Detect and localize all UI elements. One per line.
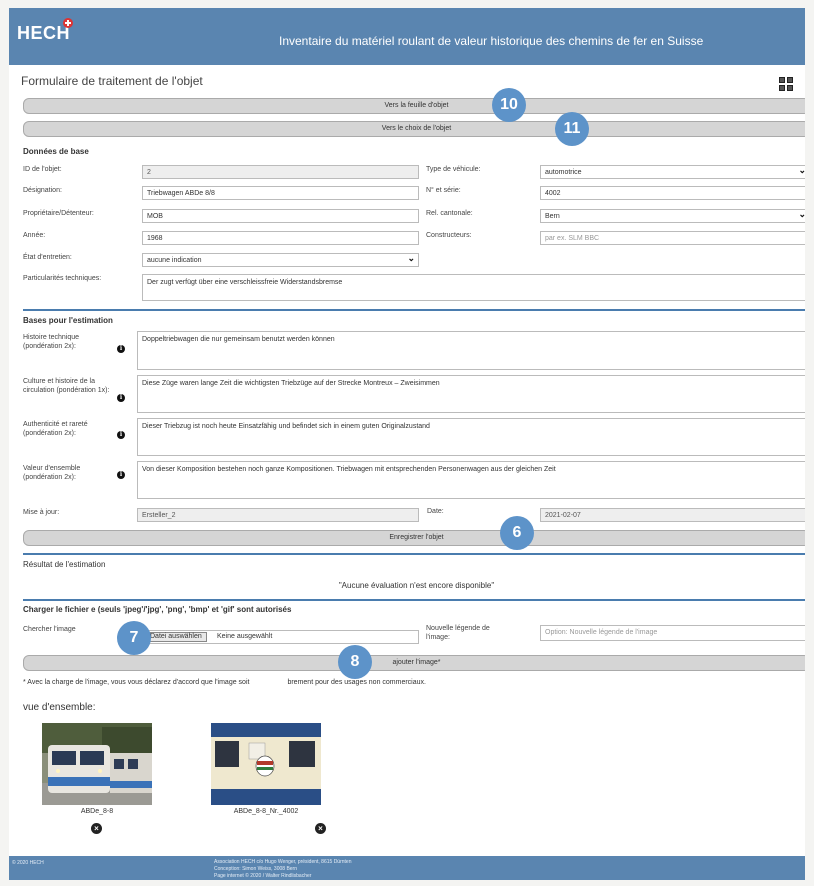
qr-code-icon[interactable] [779, 77, 793, 91]
designation-label: Désignation: [23, 187, 62, 194]
caption-input[interactable]: Option: Nouvelle légende de l'image [540, 625, 805, 641]
state-select-value: aucune indication [147, 257, 202, 264]
footer-line: Association HECH c/o Hugo Wenger, présid… [214, 859, 352, 865]
save-object-button[interactable]: Enregistrer l'objet [23, 530, 805, 546]
result-text: "Aucune évaluation n'est encore disponib… [338, 581, 495, 590]
ensemble-label: Valeur d'ensemble (pondération 2x): [23, 465, 81, 481]
site-header: HECH Inventaire du matériel roulant de v… [9, 8, 805, 65]
upload-notice: * Avec la charge de l'image, vous vous d… [23, 679, 426, 686]
upload-title-rest: e (seuls 'jpeg'/'jpg', 'png', 'bmp' et '… [91, 605, 292, 614]
info-icon[interactable]: i [117, 345, 125, 353]
choose-file-button[interactable]: Datei auswählen [145, 632, 207, 642]
chevron-down-icon: ⌄ [798, 166, 805, 175]
image-caption: ABDe_8-8_Nr._4002 [233, 808, 299, 815]
technical-textarea[interactable]: Der zugt verfügt über eine verschleissfr… [142, 274, 805, 301]
overview-title: vue d'ensemble: [23, 702, 96, 713]
footer-copyright: © 2020 HECH [12, 860, 44, 866]
notice-tail: brement pour des usages non commerciaux. [287, 679, 426, 686]
page: HECH Inventaire du matériel roulant de v… [9, 8, 805, 880]
date-label: Date: [427, 508, 444, 515]
train-photo [211, 723, 321, 805]
step-badge-7: 7 [117, 621, 151, 655]
builders-input[interactable]: par ex. SLM BBC [540, 231, 805, 245]
notice-text: * Avec la charge de l'image, vous vous d… [23, 679, 250, 686]
owner-input[interactable]: MOB [142, 209, 419, 223]
update-field: Ersteller_2 [137, 508, 419, 522]
state-select[interactable]: aucune indication ⌄ [142, 253, 419, 267]
to-object-sheet-button[interactable]: Vers la feuille d'objet [23, 98, 805, 114]
delete-icon[interactable]: × [315, 823, 326, 834]
info-icon[interactable]: i [117, 431, 125, 439]
estimation-section-title: Bases pour l'estimation [23, 316, 113, 325]
step-badge-8: 8 [338, 645, 372, 679]
footer-line: Page internet © 2020 / Walter Rindlisbac… [214, 873, 312, 879]
image-thumbnail[interactable] [42, 723, 152, 805]
object-id-field: 2 [142, 165, 419, 179]
site-title: Inventaire du matériel roulant de valeur… [279, 34, 704, 48]
to-object-choice-button[interactable]: Vers le choix de l'objet [23, 121, 805, 137]
object-id-label: ID de l'objet: [23, 166, 62, 173]
step-badge-11: 11 [555, 112, 589, 146]
no-file-text: Keine ausgewählt [217, 633, 273, 640]
designation-input[interactable]: Triebwagen ABDe 8/8 [142, 186, 419, 200]
image-thumbnail[interactable] [211, 723, 321, 805]
update-label: Mise à jour: [23, 509, 60, 516]
date-field: 2021-02-07 [540, 508, 805, 522]
page-title: Formulaire de traitement de l'objet [21, 74, 203, 88]
section-divider [23, 553, 805, 555]
canton-select[interactable]: Bern ⌄ [540, 209, 805, 223]
technical-label: Particularités techniques: [23, 275, 102, 282]
canton-label: Rel. cantonale: [426, 210, 473, 217]
train-photo [42, 723, 152, 805]
basics-section-title: Données de base [23, 147, 89, 156]
section-divider [23, 309, 805, 311]
vehicle-type-select[interactable]: automotrice ⌄ [540, 165, 805, 179]
logo[interactable]: HECH [17, 23, 70, 44]
upload-section-title: Charger le fichier e (seuls 'jpeg'/'jpg'… [23, 605, 291, 614]
culture-label: Culture et histoire de la circulation (p… [23, 378, 110, 394]
step-badge-6: 6 [500, 516, 534, 550]
add-image-button[interactable]: ajouter l'image* [23, 655, 805, 671]
serial-label: N° et série: [426, 187, 461, 194]
serial-input[interactable]: 4002 [540, 186, 805, 200]
chevron-down-icon: ⌄ [798, 210, 805, 219]
year-label: Année: [23, 232, 46, 239]
footer-info: Association HECH c/o Hugo Wenger, présid… [214, 859, 351, 880]
file-input[interactable]: Datei auswählen Keine ausgewählt [142, 630, 419, 644]
history-textarea[interactable]: Doppeltriebwagen die nur gemeinsam benut… [137, 331, 805, 370]
step-badge-10: 10 [492, 88, 526, 122]
ensemble-textarea[interactable]: Von dieser Komposition bestehen noch gan… [137, 461, 805, 499]
swiss-cross-icon [63, 18, 73, 28]
vehicle-type-label: Type de véhicule: [426, 166, 481, 173]
search-image-label: Chercher l'image [23, 626, 76, 633]
history-label: Histoire technique (pondération 2x): [23, 334, 80, 350]
info-icon[interactable]: i [117, 394, 125, 402]
vehicle-type-value: automotrice [545, 169, 582, 176]
delete-icon[interactable]: × [91, 823, 102, 834]
info-icon[interactable]: i [117, 471, 125, 479]
canton-value: Bern [545, 213, 560, 220]
caption-label: Nouvelle légende de l'image: [426, 625, 490, 641]
culture-textarea[interactable]: Diese Züge waren lange Zeit die wichtigs… [137, 375, 805, 413]
footer-line: Conception: Simon Weiss, 3008 Bern [214, 866, 298, 872]
site-footer: © 2020 HECH Association HECH c/o Hugo We… [9, 856, 805, 880]
image-caption: ABDe_8-8 [80, 808, 114, 815]
builders-label: Constructeurs: [426, 232, 472, 239]
chevron-down-icon: ⌄ [407, 253, 415, 263]
upload-title-part: Charger le fichier [23, 605, 89, 614]
result-section-title: Résultat de l'estimation [23, 560, 106, 569]
authenticity-label: Authenticité et rareté (pondération 2x): [23, 421, 88, 437]
authenticity-textarea[interactable]: Dieser Triebzug ist noch heute Einsatzfä… [137, 418, 805, 456]
year-input[interactable]: 1968 [142, 231, 419, 245]
state-label: État d'entretien: [23, 254, 72, 261]
section-divider [23, 599, 805, 601]
owner-label: Propriétaire/Détenteur: [23, 210, 94, 217]
